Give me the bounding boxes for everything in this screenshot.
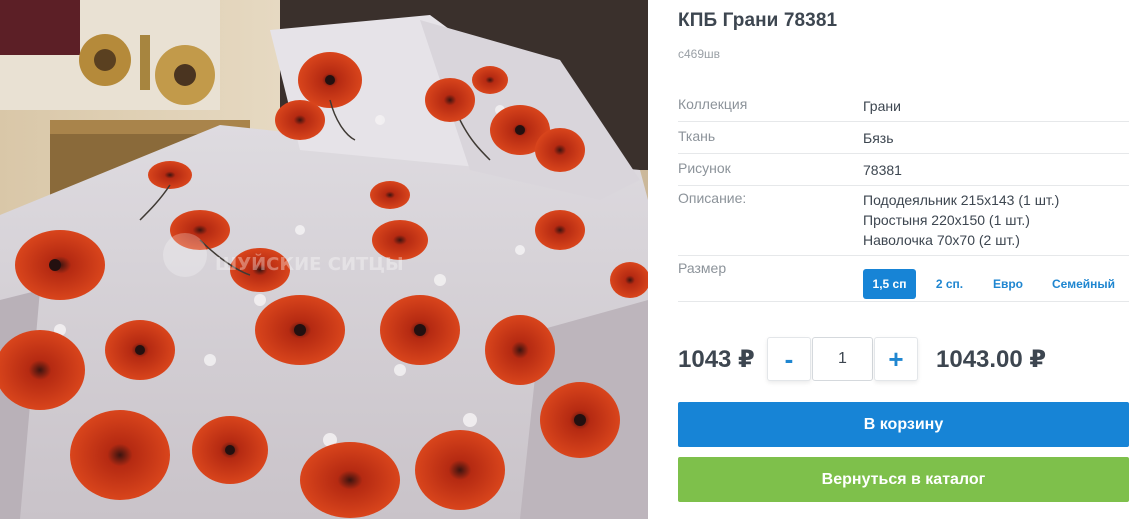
size-option-selected[interactable]: 1,5 сп: [863, 268, 916, 299]
property-row-size: Размер 1,5 сп 2 сп. Евро Семейный: [678, 256, 1129, 302]
size-selector: 1,5 сп 2 сп. Евро Семейный: [863, 266, 1115, 301]
size-option[interactable]: Евро: [983, 269, 1033, 299]
quantity-input[interactable]: [812, 337, 873, 381]
decrease-quantity-button[interactable]: -: [767, 337, 811, 381]
product-image[interactable]: ШУЙСКИЕ СИТЦЫ: [0, 0, 648, 519]
property-value: Бязь: [863, 130, 894, 146]
product-sku: с469шв: [678, 47, 721, 61]
size-option[interactable]: Семейный: [1033, 269, 1115, 299]
product-details: КПБ Грани 78381 с469шв Коллекция Грани Т…: [678, 0, 1129, 519]
add-to-cart-button[interactable]: В корзину: [678, 402, 1129, 447]
property-label: Описание:: [678, 190, 747, 206]
property-row-collection: Коллекция Грани: [678, 90, 1129, 122]
quantity-stepper: - +: [767, 337, 918, 381]
watermark-text: ШУЙСКИЕ СИТЦЫ: [215, 253, 404, 275]
page-title: КПБ Грани 78381: [678, 10, 838, 31]
property-row-pattern: Рисунок 78381: [678, 154, 1129, 186]
size-label: Размер: [678, 260, 727, 276]
increase-quantity-button[interactable]: +: [874, 337, 918, 381]
property-label: Рисунок: [678, 160, 731, 176]
size-option[interactable]: 2 сп.: [916, 269, 983, 299]
property-row-description: Описание: Пододеяльник 215x143 (1 шт.) П…: [678, 186, 1129, 256]
property-row-fabric: Ткань Бязь: [678, 122, 1129, 154]
property-label: Коллекция: [678, 96, 748, 112]
description-line: Пододеяльник 215x143 (1 шт.): [863, 192, 1060, 208]
back-to-catalog-button[interactable]: Вернуться в каталог: [678, 457, 1129, 502]
property-value: Пододеяльник 215x143 (1 шт.) Простыня 22…: [863, 190, 1059, 255]
properties-table: Коллекция Грани Ткань Бязь Рисунок 78381…: [678, 90, 1129, 302]
property-value: Грани: [863, 98, 901, 114]
description-line: Наволочка 70x70 (2 шт.): [863, 232, 1020, 248]
description-line: Простыня 220x150 (1 шт.): [863, 212, 1030, 228]
total-price: 1043.00 ₽: [936, 346, 1047, 373]
property-label: Ткань: [678, 128, 716, 144]
unit-price: 1043 ₽: [678, 346, 755, 373]
property-value: 78381: [863, 162, 902, 178]
